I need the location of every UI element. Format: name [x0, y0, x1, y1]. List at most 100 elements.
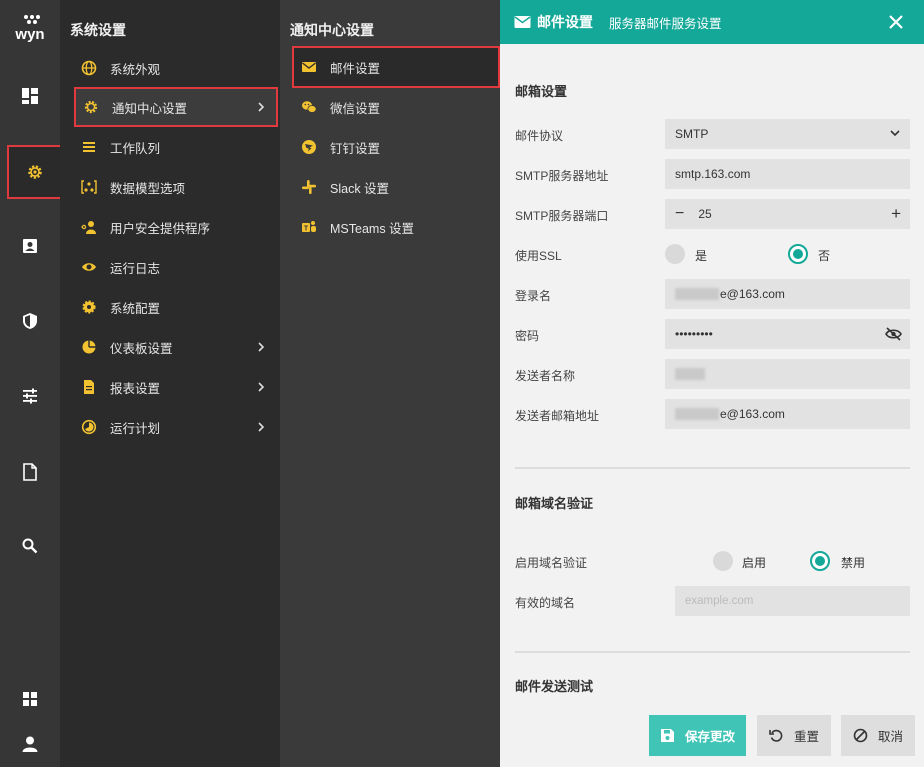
clock-icon — [81, 419, 97, 435]
menu-item-work-queue[interactable]: 工作队列 — [60, 127, 280, 167]
login-input[interactable]: e@163.com — [665, 279, 910, 309]
menu-item-label: Slack 设置 — [330, 181, 390, 196]
decrement-button[interactable]: − — [675, 205, 684, 223]
dashboard-rail-button[interactable] — [0, 76, 60, 116]
increment-button[interactable]: + — [891, 204, 901, 224]
cancel-icon — [853, 728, 868, 743]
save-icon — [660, 729, 674, 742]
menu-item-label: 工作队列 — [110, 141, 161, 156]
menu-item-data-model[interactable]: 数据模型选项 — [60, 167, 280, 207]
gear-icon — [28, 165, 42, 179]
documents-rail-button[interactable] — [0, 452, 60, 492]
mail-settings-panel: 邮件设置 服务器邮件服务设置 邮箱设置 邮件协议 SMTP SMTP服务器地址 … — [500, 0, 924, 767]
shield-icon — [23, 313, 37, 329]
menu-item-label: 运行日志 — [110, 261, 161, 276]
menu-item-run-log[interactable]: 运行日志 — [60, 247, 280, 287]
ssl-yes-label: 是 — [695, 249, 708, 263]
dingtalk-icon — [302, 140, 316, 154]
menu-item-slack-settings[interactable]: Slack 设置 — [280, 167, 500, 207]
mail-icon — [302, 62, 316, 72]
ssl-no-radio[interactable] — [788, 244, 808, 264]
profile-rail-button[interactable] — [0, 724, 60, 764]
chevron-right-icon — [258, 422, 265, 432]
chevron-right-icon — [258, 342, 265, 352]
menu-item-label: 数据模型选项 — [110, 181, 186, 196]
gear-icon — [82, 300, 96, 314]
valid-domain-label: 有效的域名 — [515, 596, 576, 610]
smtp-server-label: SMTP服务器地址 — [515, 169, 609, 183]
sender-email-label: 发送者邮箱地址 — [515, 409, 600, 423]
menu-item-system-config[interactable]: 系统配置 — [60, 287, 280, 327]
wechat-icon — [302, 101, 317, 113]
menu-item-msteams-settings[interactable]: T MSTeams 设置 — [280, 207, 500, 247]
protocol-select[interactable]: SMTP — [665, 119, 910, 149]
dashboard-icon — [22, 88, 38, 104]
teams-icon: T — [302, 221, 316, 233]
apps-rail-button[interactable] — [0, 679, 60, 719]
redacted-text — [675, 288, 719, 300]
save-button[interactable]: 保存更改 — [649, 715, 746, 756]
sender-email-input[interactable]: e@163.com — [665, 399, 910, 429]
domain-disable-radio[interactable] — [810, 551, 830, 571]
menu-item-security-provider[interactable]: 用户安全提供程序 — [60, 207, 280, 247]
valid-domain-input[interactable]: example.com — [675, 586, 910, 616]
smtp-port-value: 25 — [698, 207, 712, 221]
security-rail-button[interactable] — [0, 301, 60, 341]
section-divider — [515, 467, 910, 469]
menu-item-label: 通知中心设置 — [112, 101, 188, 116]
panel-title: 邮件设置 — [537, 14, 593, 30]
smtp-port-stepper[interactable]: − 25 + — [665, 199, 910, 229]
menu-item-dashboard-settings[interactable]: 仪表板设置 — [60, 327, 280, 367]
menu-item-report-settings[interactable]: 报表设置 — [60, 367, 280, 407]
icon-rail: wyn — [0, 0, 63, 767]
mailbox-section-title: 邮箱设置 — [515, 84, 568, 99]
chevron-right-icon — [258, 382, 265, 392]
ssl-no-label: 否 — [818, 249, 831, 263]
close-icon[interactable] — [888, 14, 904, 30]
eye-off-icon[interactable] — [885, 327, 902, 341]
domain-enable-radio[interactable] — [713, 551, 733, 571]
search-rail-button[interactable] — [0, 526, 60, 566]
wyn-logo[interactable]: wyn — [9, 14, 51, 42]
tuning-rail-button[interactable] — [0, 376, 60, 416]
reset-button[interactable]: 重置 — [757, 715, 831, 756]
password-input[interactable]: ••••••••• — [665, 319, 910, 349]
menu-item-label: MSTeams 设置 — [330, 221, 415, 236]
document-icon — [23, 463, 37, 481]
domain-verify-label: 启用域名验证 — [515, 556, 588, 570]
cancel-button[interactable]: 取消 — [841, 715, 915, 756]
smtp-server-value: smtp.163.com — [675, 167, 751, 181]
menu-item-notification-center[interactable]: 通知中心设置 — [74, 87, 278, 127]
menu-item-dingtalk-settings[interactable]: 钉钉设置 — [280, 127, 500, 167]
notification-center-title: 通知中心设置 — [290, 22, 374, 38]
smtp-port-label: SMTP服务器端口 — [515, 209, 609, 223]
valid-domain-placeholder: example.com — [685, 595, 754, 607]
undo-icon — [769, 729, 783, 742]
model-icon — [81, 180, 97, 194]
sender-name-input[interactable] — [665, 359, 910, 389]
svg-text:wyn: wyn — [14, 26, 44, 42]
menu-item-label: 微信设置 — [330, 101, 381, 116]
protocol-label: 邮件协议 — [515, 129, 564, 143]
redacted-text — [675, 368, 705, 380]
save-label: 保存更改 — [684, 730, 735, 744]
test-section-title: 邮件发送测试 — [515, 679, 594, 694]
section-divider — [515, 651, 910, 653]
menu-item-run-schedule[interactable]: 运行计划 — [60, 407, 280, 447]
smtp-server-input[interactable]: smtp.163.com — [665, 159, 910, 189]
menu-item-mail-settings[interactable]: 邮件设置 — [292, 46, 500, 88]
login-value: e@163.com — [720, 287, 785, 301]
system-settings-menu: 系统设置 系统外观 通知中心设置 工作队列 数据模型选项 用户安全提供程序 运行… — [60, 0, 280, 767]
domain-disable-label: 禁用 — [841, 556, 866, 570]
domain-enable-label: 启用 — [742, 556, 767, 570]
menu-item-label: 仪表板设置 — [110, 341, 173, 356]
redacted-text — [675, 408, 719, 420]
menu-item-label: 系统配置 — [110, 301, 161, 316]
ssl-yes-radio[interactable] — [665, 244, 685, 264]
menu-item-wechat-settings[interactable]: 微信设置 — [280, 87, 500, 127]
cancel-label: 取消 — [877, 730, 903, 744]
menu-item-appearance[interactable]: 系统外观 — [60, 48, 280, 88]
settings-rail-button[interactable] — [7, 145, 63, 199]
contact-rail-button[interactable] — [0, 226, 60, 266]
panel-subtitle: 服务器邮件服务设置 — [609, 16, 722, 31]
